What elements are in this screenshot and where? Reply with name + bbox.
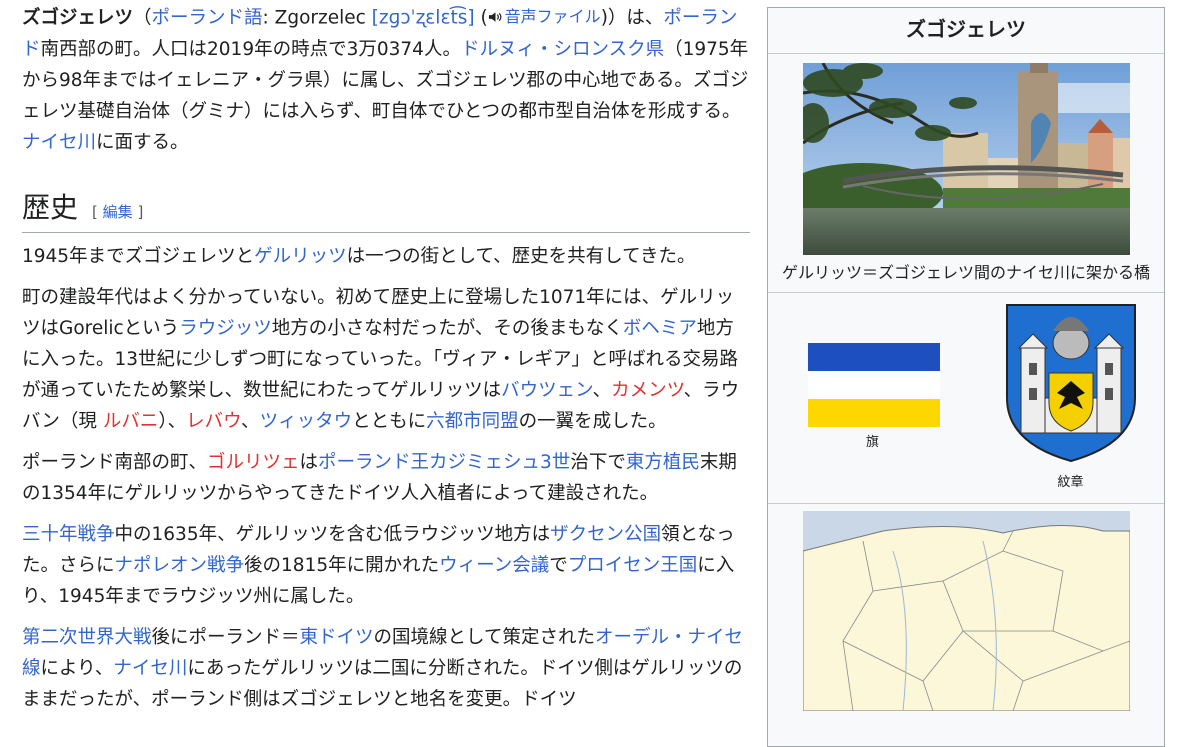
location-map[interactable] [802, 511, 1130, 711]
history-section: 1945年までズゴジェレツとゲルリッツは一つの街として、歴史を共有してきた。 町… [22, 241, 750, 715]
link-neisse[interactable]: ナイセ川 [22, 132, 96, 153]
text: 後にポーランド＝ [151, 626, 300, 648]
link-lusatia[interactable]: ラウジッツ [179, 318, 272, 339]
text: 1945年までズゴジェレツと [22, 245, 255, 267]
ipa-link[interactable]: [zɡɔˈʐɛlɛt͡s] [372, 8, 475, 29]
lead-paragraph: ズゴジェレツ（ポーランド語: Zgorzelec [zɡɔˈʐɛlɛt͡s] (… [22, 1, 750, 158]
article-body: ズゴジェレツ（ポーランド語: Zgorzelec [zɡɔˈʐɛlɛt͡s] (… [22, 0, 750, 725]
coat-of-arms-label: 紋章 [1057, 475, 1084, 490]
link-kamenz[interactable]: カメンツ [611, 380, 684, 401]
link-bautzen[interactable]: バウツェン [501, 380, 592, 401]
link-zittau[interactable]: ツィッタウ [260, 411, 353, 432]
text: で [549, 554, 568, 576]
audio-file-label[interactable]: 音声ファイル [505, 1, 601, 32]
edit-label[interactable]: 編集 [103, 203, 133, 221]
text: は [299, 451, 319, 473]
text: ポーランド南部の町、 [22, 451, 208, 473]
history-paragraph-1: 1945年までズゴジェレツとゲルリッツは一つの街として、歴史を共有してきた。 [22, 241, 750, 272]
history-paragraph-3: ポーランド南部の町、ゴルリツェはポーランド王カジミェシュ3世治下で東方植民末期の… [22, 447, 750, 509]
text: 中の1635年、ゲルリッツを含む低ラウジッツ地方は [114, 523, 551, 545]
link-goerlitz[interactable]: ゲルリッツ [254, 246, 347, 267]
link-neisse-river[interactable]: ナイセ川 [113, 658, 187, 679]
lead-text: : Zgorzelec [262, 7, 372, 29]
flag-image[interactable] [808, 343, 940, 427]
link-casimir[interactable]: ポーランド王カジミェシュ3世 [318, 452, 570, 473]
history-paragraph-2: 町の建設年代はよく分かっていない。初めて歴史上に登場した1071年には、ゲルリッ… [22, 282, 750, 437]
link-lobau[interactable]: レバウ [186, 411, 241, 432]
text: 治下で [570, 451, 626, 473]
infobox-title: ズゴジェレツ [768, 8, 1164, 54]
text: の一翼を成した。 [518, 410, 667, 432]
edit-section-link[interactable]: [ 編集 ] [92, 197, 143, 228]
text: の国境線として策定された [373, 626, 595, 648]
text: 後の1815年に開かれた [244, 554, 440, 576]
link-polish-language[interactable]: ポーランド語 [152, 8, 263, 29]
link-east-germany[interactable]: 東ドイツ [300, 627, 374, 648]
link-napoleonic-wars[interactable]: ナポレオン戦争 [115, 555, 245, 576]
photo-caption: ゲルリッツ＝ズゴジェレツ間のナイセ川に架かる橋 [768, 255, 1164, 293]
link-bohemia[interactable]: ボヘミア [623, 318, 697, 339]
link-thirty-years-war[interactable]: 三十年戦争 [22, 524, 115, 545]
speaker-icon [488, 11, 502, 22]
text: により、 [40, 657, 114, 679]
link-ww2[interactable]: 第二次世界大戦 [22, 627, 152, 648]
text: とともに [352, 410, 427, 432]
symbols-row: 旗 紋章 [768, 293, 1164, 504]
edit-bracket: ] [137, 202, 144, 221]
link-saxony[interactable]: ザクセン公国 [550, 524, 661, 545]
text: は一つの街として、歴史を共有してきた。 [346, 245, 696, 267]
link-ostsiedlung[interactable]: 東方植民 [626, 452, 700, 473]
coat-of-arms-cell: 紋章 [977, 293, 1164, 503]
lead-text: 南西部の町。人口は2019年の時点で3万0374人。 [40, 38, 461, 60]
flag-cell: 旗 [768, 293, 977, 503]
audio-file-link[interactable]: 音声ファイル [488, 1, 601, 32]
text: 地方の小さな村だったが、その後まもなく [271, 317, 623, 339]
link-gorlice[interactable]: ゴルリツェ [207, 452, 300, 473]
link-prussia[interactable]: プロイセン王国 [568, 555, 698, 576]
flag-stripe-bottom [808, 399, 940, 427]
lead-text: )）は、 [600, 7, 664, 29]
history-heading: 歴史 [ 編集 ] [22, 188, 750, 233]
flag-label: 旗 [865, 435, 879, 450]
coat-of-arms-image[interactable] [1005, 303, 1137, 463]
text: 、 [592, 379, 612, 401]
infobox: ズゴジェレツ ゲルリッツ＝ズゴジェレツ間のナイセ川に架かる橋 旗 紋章 [767, 7, 1165, 747]
bridge-photo[interactable] [802, 63, 1130, 255]
link-luban[interactable]: ルバニ [103, 411, 159, 432]
history-heading-title: 歴史 [22, 190, 79, 224]
link-six-cities-league[interactable]: 六都市同盟 [426, 411, 519, 432]
flag-stripe-middle [808, 371, 940, 399]
lead-text: に面する。 [96, 131, 189, 153]
edit-bracket: [ [92, 202, 98, 221]
history-paragraph-5: 第二次世界大戦後にポーランド＝東ドイツの国境線として策定されたオーデル・ナイセ線… [22, 622, 750, 715]
flag-stripe-top [808, 343, 940, 371]
text: 、 [241, 410, 260, 432]
history-paragraph-4: 三十年戦争中の1635年、ゲルリッツを含む低ラウジッツ地方はザクセン公国領となっ… [22, 519, 750, 612]
link-voivodeship[interactable]: ドルヌィ・シロンスク県 [461, 39, 664, 60]
link-congress-of-vienna[interactable]: ウィーン会議 [439, 555, 549, 576]
text: ）、 [158, 410, 187, 432]
article-title-bold: ズゴジェレツ [22, 7, 134, 29]
